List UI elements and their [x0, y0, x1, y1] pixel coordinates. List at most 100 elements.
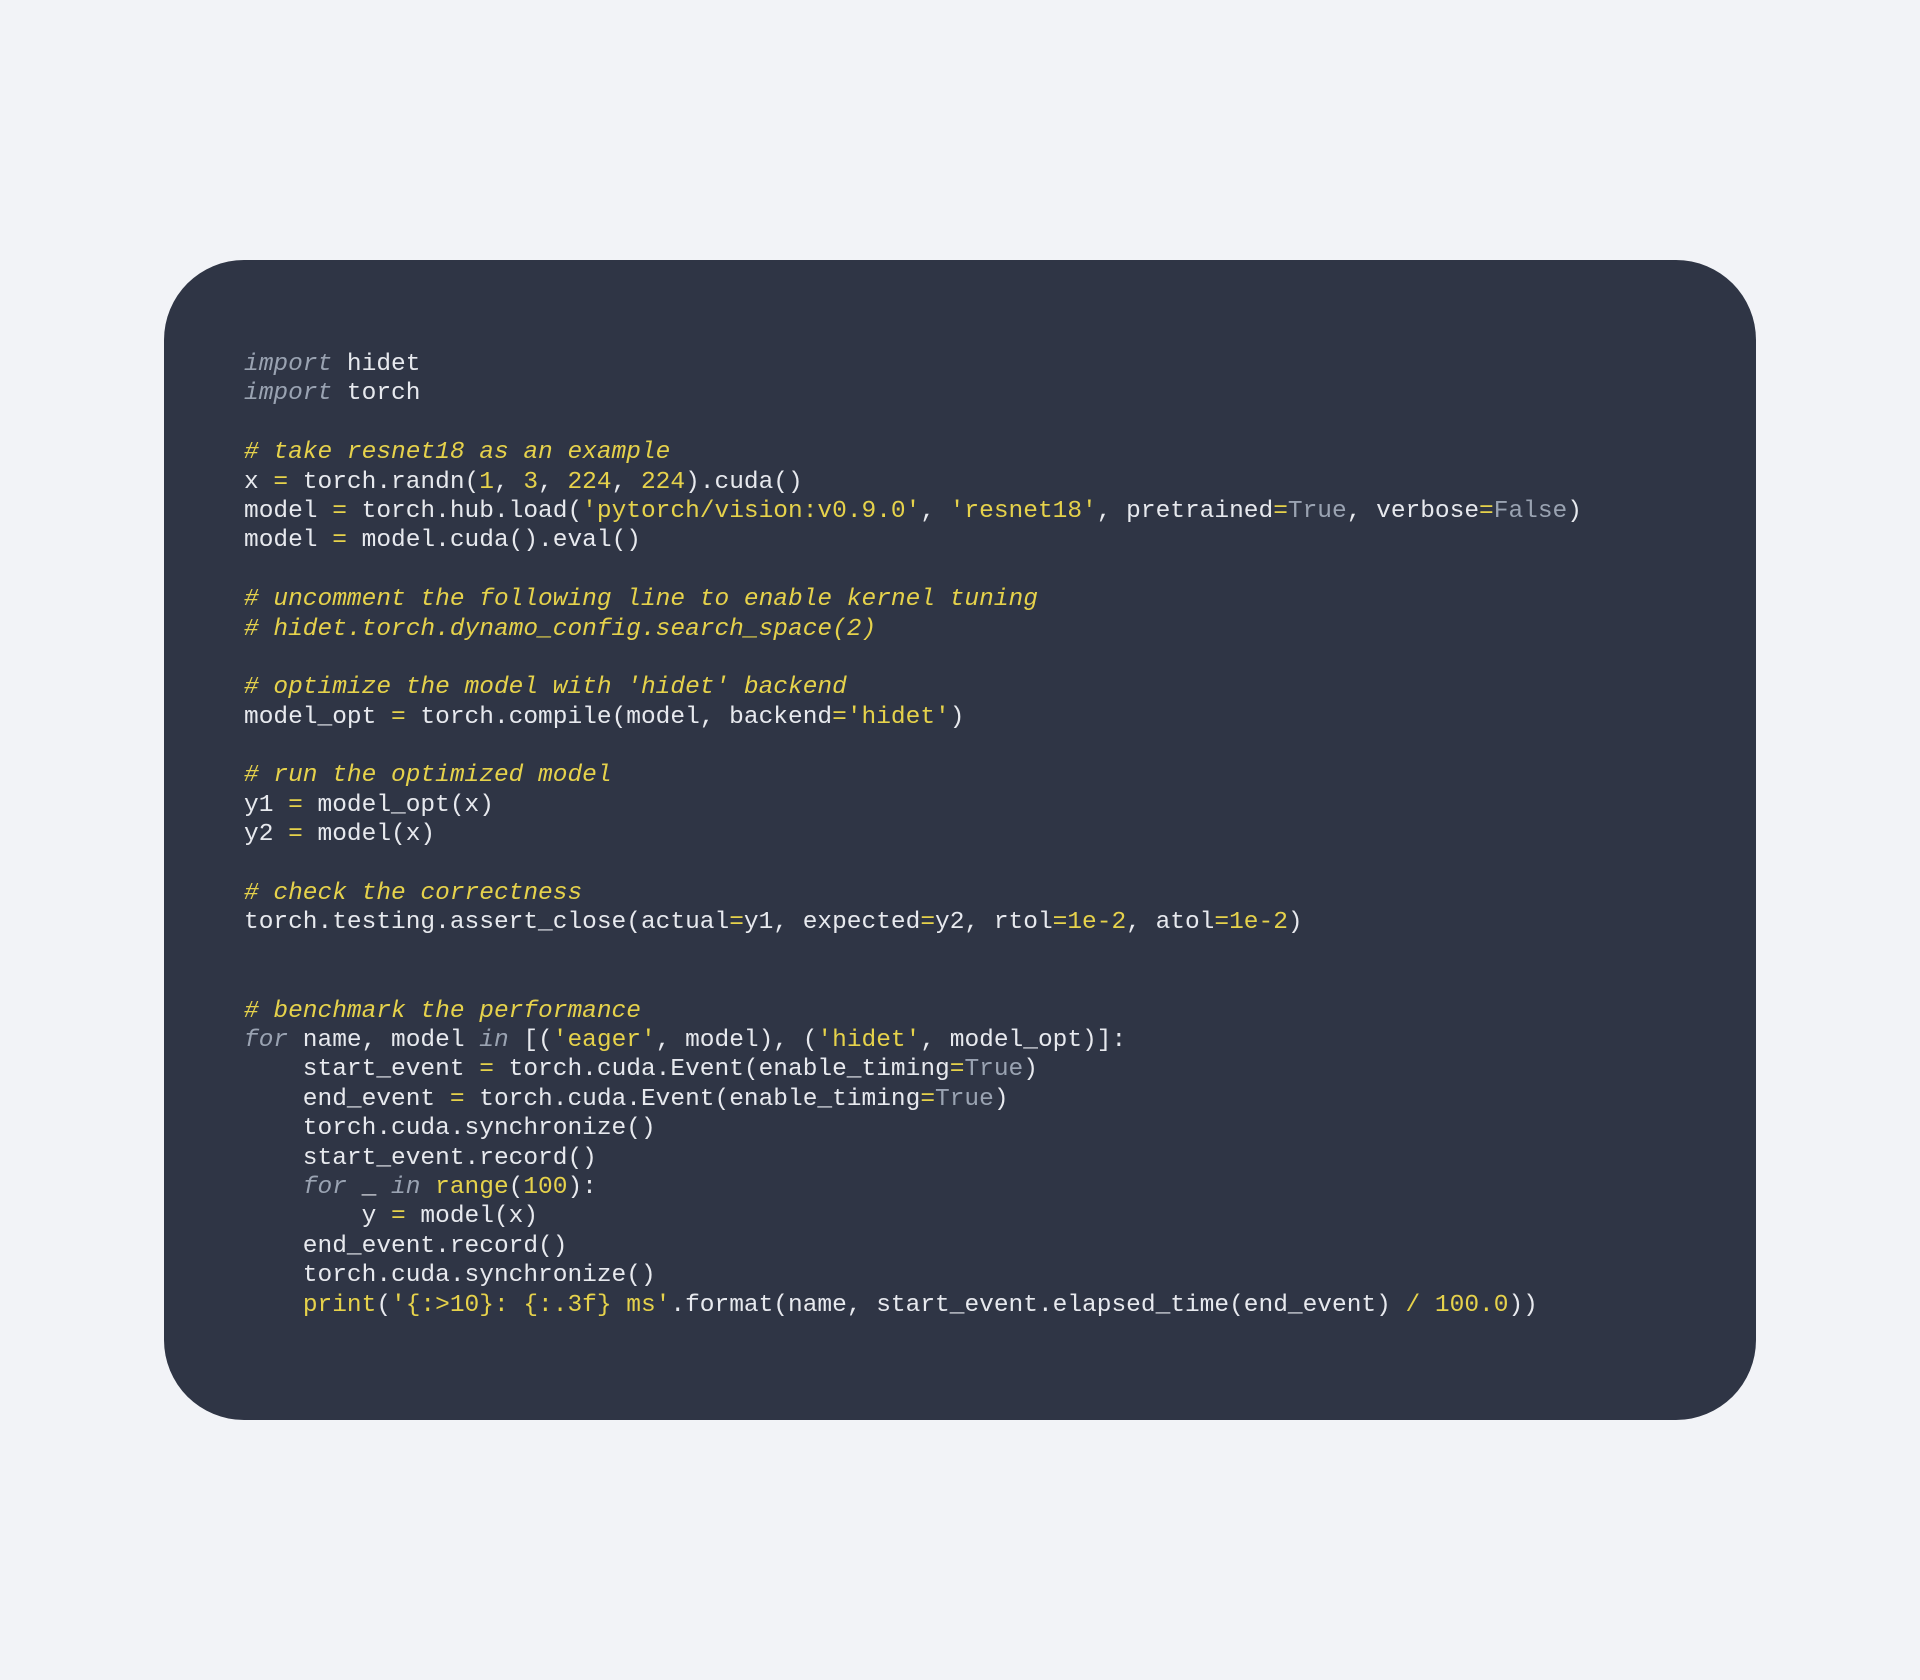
- code-token-id: torch.randn(: [288, 469, 479, 496]
- code-token-id: name, model: [288, 1027, 479, 1054]
- code-token-str: 'resnet18': [950, 498, 1097, 525]
- code-token-cm: # hidet.torch.dynamo_config.search_space…: [244, 616, 876, 643]
- code-token-num: 1e-2: [1067, 909, 1126, 936]
- code-token-id: (: [509, 1174, 524, 1201]
- code-token-op: =: [1273, 498, 1288, 525]
- code-token-str: 'eager': [553, 1027, 656, 1054]
- code-card: import hidet import torch # take resnet1…: [164, 260, 1756, 1420]
- code-token-id: model: [244, 498, 332, 525]
- code-token-id: )): [1508, 1292, 1537, 1319]
- code-token-kw: in: [391, 1174, 420, 1201]
- code-token-id: torch.compile(model, backend: [406, 704, 832, 731]
- code-token-id: torch.testing.assert_close(actual: [244, 909, 729, 936]
- code-token-id: start_event: [244, 1056, 479, 1083]
- code-token-id: hidet: [332, 351, 420, 378]
- code-token-cm: # uncomment the following line to enable…: [244, 586, 1038, 613]
- code-token-id: ,: [494, 469, 523, 496]
- code-token-op: =: [832, 704, 847, 731]
- code-block: import hidet import torch # take resnet1…: [244, 350, 1676, 1320]
- code-token-id: , atol: [1126, 909, 1214, 936]
- code-token-str: 'pytorch/vision:v0.9.0': [582, 498, 920, 525]
- code-token-id: end_event.record(): [244, 1233, 567, 1260]
- code-token-op: =: [450, 1086, 465, 1113]
- code-token-id: model.cuda().eval(): [347, 527, 641, 554]
- code-token-id: ):: [567, 1174, 596, 1201]
- code-token-id: torch.hub.load(: [347, 498, 582, 525]
- code-token-id: model(x): [406, 1203, 538, 1230]
- code-token-kw: for: [303, 1174, 347, 1201]
- code-token-id: y: [244, 1203, 391, 1230]
- code-token-num: 100.0: [1435, 1292, 1509, 1319]
- code-token-id: start_event.record(): [244, 1145, 597, 1172]
- code-token-id: [244, 1292, 303, 1319]
- code-token-op: =: [1053, 909, 1068, 936]
- code-token-fn: range: [435, 1174, 509, 1201]
- code-token-id: torch.cuda.synchronize(): [244, 1115, 656, 1142]
- code-token-id: model_opt: [244, 704, 391, 731]
- code-token-kw: import: [244, 351, 332, 378]
- code-token-id: , model), (: [656, 1027, 818, 1054]
- code-token-id: y1: [244, 792, 288, 819]
- code-token-op: =: [1214, 909, 1229, 936]
- code-token-op: =: [479, 1056, 494, 1083]
- code-token-num: 224: [641, 469, 685, 496]
- code-token-op: =: [288, 821, 303, 848]
- code-token-id: , model_opt)]:: [920, 1027, 1126, 1054]
- code-token-id: [244, 1174, 303, 1201]
- code-token-id: torch: [332, 380, 420, 407]
- code-token-bool: False: [1494, 498, 1568, 525]
- code-token-op: =: [332, 527, 347, 554]
- code-token-str: '{:>10}: {:.3f} ms': [391, 1292, 670, 1319]
- code-token-fn: print: [303, 1292, 377, 1319]
- code-token-id: , verbose: [1347, 498, 1479, 525]
- code-token-id: ,: [920, 498, 949, 525]
- code-token-id: torch.cuda.Event(enable_timing: [494, 1056, 950, 1083]
- code-token-id: x: [244, 469, 273, 496]
- code-token-id: ): [950, 704, 965, 731]
- code-token-id: ,: [612, 469, 641, 496]
- code-token-id: ): [1567, 498, 1582, 525]
- code-token-op: =: [729, 909, 744, 936]
- code-token-op: =: [950, 1056, 965, 1083]
- code-token-op: =: [920, 909, 935, 936]
- code-token-id: ).cuda(): [685, 469, 803, 496]
- code-token-id: ): [1023, 1056, 1038, 1083]
- code-token-kw: in: [479, 1027, 508, 1054]
- code-token-op: =: [920, 1086, 935, 1113]
- code-token-op: =: [391, 1203, 406, 1230]
- code-token-op: =: [391, 704, 406, 731]
- code-token-num: 1: [479, 469, 494, 496]
- code-token-id: torch.cuda.synchronize(): [244, 1262, 656, 1289]
- code-token-id: y2: [244, 821, 288, 848]
- code-token-id: model(x): [303, 821, 435, 848]
- code-token-id: ,: [538, 469, 567, 496]
- code-token-id: _: [347, 1174, 391, 1201]
- code-token-op: /: [1406, 1292, 1421, 1319]
- code-token-cm: # run the optimized model: [244, 762, 612, 789]
- code-token-num: 1e-2: [1229, 909, 1288, 936]
- code-token-id: [(: [509, 1027, 553, 1054]
- code-token-id: [420, 1174, 435, 1201]
- code-token-num: 224: [567, 469, 611, 496]
- code-token-kw: import: [244, 380, 332, 407]
- code-token-op: =: [332, 498, 347, 525]
- code-token-cm: # optimize the model with 'hidet' backen…: [244, 674, 847, 701]
- code-token-op: =: [1479, 498, 1494, 525]
- code-token-id: model_opt(x): [303, 792, 494, 819]
- code-token-bool: True: [964, 1056, 1023, 1083]
- code-token-cm: # benchmark the performance: [244, 998, 641, 1025]
- code-token-id: y1, expected: [744, 909, 920, 936]
- code-token-id: .format(name, start_event.elapsed_time(e…: [670, 1292, 1405, 1319]
- code-token-num: 3: [523, 469, 538, 496]
- code-token-id: ): [994, 1086, 1009, 1113]
- code-token-bool: True: [935, 1086, 994, 1113]
- code-token-str: 'hidet': [847, 704, 950, 731]
- code-token-num: 100: [523, 1174, 567, 1201]
- code-token-id: (: [376, 1292, 391, 1319]
- code-token-op: =: [288, 792, 303, 819]
- code-token-id: model: [244, 527, 332, 554]
- code-token-str: 'hidet': [817, 1027, 920, 1054]
- code-token-bool: True: [1288, 498, 1347, 525]
- code-token-kw: for: [244, 1027, 288, 1054]
- code-token-id: y2, rtol: [935, 909, 1053, 936]
